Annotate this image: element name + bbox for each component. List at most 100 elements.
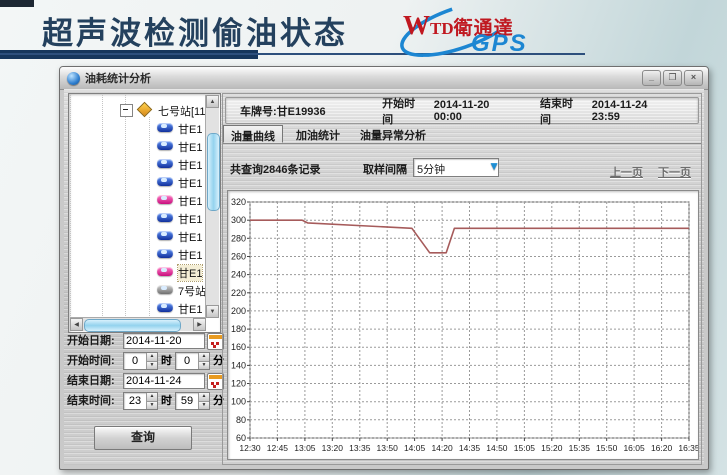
- result-panel: 车牌号:甘E19936 开始时间 2014-11-20 00:00 结束时间 2…: [222, 93, 702, 465]
- tab-fuel-anomaly[interactable]: 油量异常分析: [353, 125, 433, 143]
- tree-vertical-scrollbar[interactable]: ▲ ▼: [205, 95, 219, 318]
- car-blue-icon: [157, 141, 173, 150]
- spin-down-icon[interactable]: ▼: [198, 362, 209, 370]
- start-minute-stepper[interactable]: 0▲▼: [175, 352, 210, 370]
- minimize-button[interactable]: _: [642, 70, 661, 86]
- tree-node-station7[interactable]: 七号站[11]: [70, 101, 206, 119]
- corner-decoration: [0, 0, 34, 7]
- collapse-minus-icon[interactable]: [120, 104, 133, 117]
- scroll-right-icon[interactable]: ▶: [193, 318, 206, 331]
- end-time-label: 结束时间:: [67, 392, 123, 408]
- svg-text:14:50: 14:50: [486, 443, 508, 453]
- start-time-value: 2014-11-20 00:00: [434, 99, 516, 123]
- svg-text:12:30: 12:30: [239, 443, 261, 453]
- svg-text:15:50: 15:50: [596, 443, 618, 453]
- vehicle-tree: 七号站[11] 甘E1甘E1甘E1甘E1甘E1甘E1甘E1甘E1甘E17号站甘E…: [70, 95, 206, 318]
- hour-unit-label: 时: [161, 355, 172, 367]
- tree-item[interactable]: 甘E1: [70, 155, 206, 173]
- horizontal-scroll-thumb[interactable]: [84, 319, 181, 332]
- spin-down-icon[interactable]: ▼: [198, 402, 209, 410]
- logo-w: W: [403, 10, 430, 40]
- scroll-up-icon[interactable]: ▲: [206, 95, 219, 108]
- tree-item[interactable]: 甘E1: [70, 263, 206, 281]
- svg-text:180: 180: [231, 324, 246, 334]
- svg-text:280: 280: [231, 233, 246, 243]
- scroll-down-icon[interactable]: ▼: [206, 305, 219, 318]
- tree-item[interactable]: 甘E1: [70, 227, 206, 245]
- next-page-link[interactable]: 下一页: [658, 167, 691, 179]
- plate-number: 车牌号:甘E19936: [240, 103, 382, 119]
- tree-item[interactable]: 甘E1: [70, 119, 206, 137]
- tree-item[interactable]: 甘E1: [70, 245, 206, 263]
- tree-item-label: 甘E1: [178, 265, 202, 281]
- chevron-down-icon[interactable]: ▼: [488, 159, 500, 173]
- end-date-input[interactable]: [123, 373, 205, 389]
- hour-unit-label: 时: [161, 395, 172, 407]
- svg-text:12:45: 12:45: [267, 443, 289, 453]
- spin-down-icon[interactable]: ▼: [146, 402, 157, 410]
- spin-down-icon[interactable]: ▼: [146, 362, 157, 370]
- tree-item[interactable]: 甘E1: [70, 209, 206, 227]
- logo-gps: GPS: [471, 30, 528, 58]
- close-button[interactable]: ×: [684, 70, 703, 86]
- tree-item-label: 7号站: [178, 283, 206, 299]
- car-blue-icon: [157, 159, 173, 168]
- tree-item[interactable]: 甘E1: [70, 173, 206, 191]
- car-blue-icon: [157, 123, 173, 132]
- window-body: 七号站[11] 甘E1甘E1甘E1甘E1甘E1甘E1甘E1甘E1甘E17号站甘E…: [64, 89, 704, 465]
- car-blue-icon: [157, 249, 173, 258]
- prev-page-link[interactable]: 上一页: [610, 167, 643, 179]
- tree-item[interactable]: 甘E1: [70, 137, 206, 155]
- svg-text:13:50: 13:50: [377, 443, 399, 453]
- tree-item[interactable]: 7号站: [70, 281, 206, 299]
- svg-text:140: 140: [231, 360, 246, 370]
- fuel-level-chart: 6080100120140160180200220240260280300320…: [227, 190, 699, 460]
- scroll-left-icon[interactable]: ◀: [70, 318, 83, 331]
- window-icon: [67, 72, 80, 85]
- start-date-input[interactable]: [123, 333, 205, 349]
- car-blue-icon: [157, 231, 173, 240]
- tree-item-label: 甘E1: [178, 139, 202, 155]
- spin-up-icon[interactable]: ▲: [198, 353, 209, 362]
- start-hour-stepper[interactable]: 0▲▼: [123, 352, 158, 370]
- record-count: 共查询2846条记录: [230, 161, 320, 177]
- svg-text:15:35: 15:35: [569, 443, 591, 453]
- tree-item[interactable]: 甘E1: [70, 191, 206, 209]
- window-titlebar[interactable]: 油耗统计分析 _ ❐ ×: [60, 67, 708, 90]
- svg-text:200: 200: [231, 306, 246, 316]
- pagination: 上一页 下一页: [598, 164, 691, 180]
- svg-text:60: 60: [236, 433, 246, 443]
- svg-text:80: 80: [236, 415, 246, 425]
- vertical-scroll-thumb[interactable]: [207, 133, 220, 211]
- car-blue-icon: [157, 177, 173, 186]
- svg-text:14:35: 14:35: [459, 443, 481, 453]
- car-pink-icon: [157, 267, 173, 276]
- svg-text:240: 240: [231, 270, 246, 280]
- page-title: 超声波检测偷油状态: [42, 8, 348, 53]
- query-button[interactable]: 查询: [94, 426, 192, 450]
- start-time-row: 开始时间:0▲▼时0▲▼分: [67, 352, 227, 370]
- spin-up-icon[interactable]: ▲: [198, 393, 209, 402]
- tab-refuel-stats[interactable]: 加油统计: [289, 125, 347, 143]
- end-time-caption: 结束时间: [540, 95, 582, 127]
- interval-select[interactable]: 5分钟 ▼: [413, 158, 499, 177]
- station-diamond-icon: [137, 102, 153, 118]
- spin-up-icon[interactable]: ▲: [146, 393, 157, 402]
- tree-item[interactable]: 甘E1: [70, 299, 206, 317]
- restore-button[interactable]: ❐: [663, 70, 682, 86]
- svg-text:13:35: 13:35: [349, 443, 371, 453]
- wtd-gps-logo: WTD衛通達 GPS: [393, 2, 553, 60]
- tab-fuel-curve[interactable]: 油量曲线: [223, 125, 283, 143]
- svg-text:14:05: 14:05: [404, 443, 426, 453]
- logo-td: TD: [430, 19, 454, 38]
- vehicle-tree-panel: 七号站[11] 甘E1甘E1甘E1甘E1甘E1甘E1甘E1甘E1甘E17号站甘E…: [68, 93, 221, 333]
- svg-text:13:05: 13:05: [294, 443, 316, 453]
- interval-value: 5分钟: [417, 161, 445, 177]
- end-hour-stepper[interactable]: 23▲▼: [123, 392, 158, 410]
- tree-horizontal-scrollbar[interactable]: ◀ ▶: [70, 317, 206, 331]
- svg-text:120: 120: [231, 379, 246, 389]
- start-date-row: 开始日期:: [67, 332, 224, 350]
- svg-text:160: 160: [231, 342, 246, 352]
- end-minute-stepper[interactable]: 59▲▼: [175, 392, 210, 410]
- spin-up-icon[interactable]: ▲: [146, 353, 157, 362]
